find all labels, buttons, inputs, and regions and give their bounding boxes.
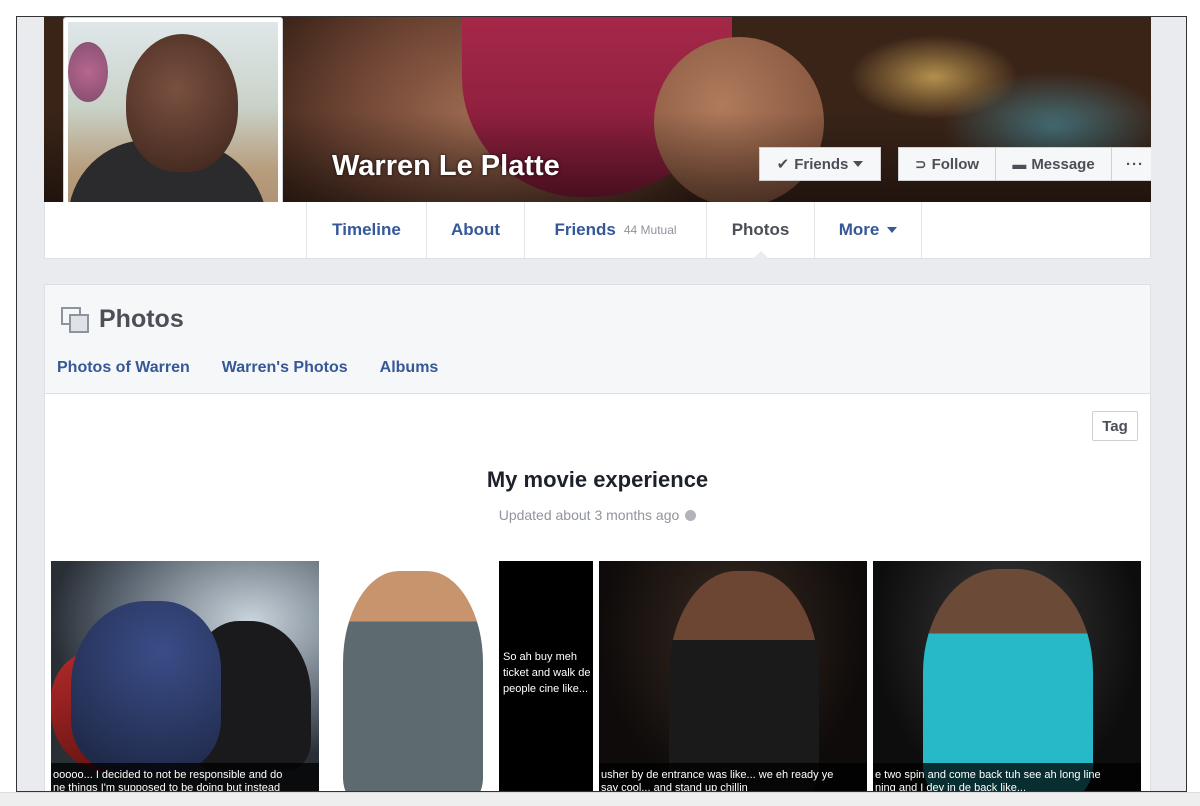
bottom-strip: [0, 792, 1200, 806]
tab-more-label: More: [838, 220, 880, 239]
check-icon: ✔: [776, 156, 790, 173]
photo-caption-line: e two spin and come back tuh see ah long…: [875, 769, 1101, 781]
photos-heading: Photos: [61, 305, 184, 334]
rss-icon: ⊃: [914, 155, 927, 172]
more-options-label: ···: [1126, 155, 1144, 173]
tab-photos[interactable]: Photos: [706, 202, 814, 259]
photos-icon: [61, 306, 89, 333]
tab-friends-label: Friends: [554, 220, 616, 239]
cover-button-group: ⊃ Follow ▬ Message ···: [898, 147, 1151, 181]
plant-shape: [68, 42, 108, 102]
photo-side-text: So ah buy meh ticket and walk de people …: [503, 651, 591, 695]
profile-name[interactable]: Warren Le Platte: [332, 150, 560, 183]
photos-subtabs: Photos of Warren Warren's Photos Albums: [57, 359, 438, 377]
follow-button-label: Follow: [931, 155, 980, 173]
tab-timeline[interactable]: Timeline: [306, 202, 426, 258]
photos-title: Photos: [99, 305, 184, 333]
photo-figure-shape: [923, 569, 1093, 791]
message-button[interactable]: ▬ Message: [995, 147, 1111, 181]
photo-caption-line: ning and I dey in de back like...: [875, 782, 1027, 792]
subtab-photos-of[interactable]: Photos of Warren: [57, 359, 190, 377]
album-photo[interactable]: e two spin and come back tuh see ah long…: [873, 561, 1141, 792]
photo-caption: e two spin and come back tuh see ah long…: [873, 763, 1141, 792]
photo-caption: ooooo... I decided to not be responsible…: [51, 763, 319, 792]
photos-panel-header: Photos Photos of Warren Warren's Photos …: [45, 285, 1150, 394]
album-updated-text: Updated about 3 months ago: [498, 507, 680, 523]
message-icon: ▬: [1012, 156, 1027, 172]
album-photo[interactable]: ooooo... I decided to not be responsible…: [51, 561, 319, 792]
subtab-user-photos[interactable]: Warren's Photos: [222, 359, 348, 377]
photo-caption-line: usher by de entrance was like... we eh r…: [601, 769, 834, 781]
album-photo[interactable]: So ah buy meh ticket and walk de people …: [325, 561, 593, 791]
photo-figure-shape: [71, 601, 221, 771]
profile-tabs: Timeline About Friends 44 Mutual Photos …: [306, 202, 922, 259]
tab-friends[interactable]: Friends 44 Mutual: [524, 202, 706, 258]
photo-figure-shape: [669, 571, 819, 791]
tab-about-label: About: [450, 220, 501, 239]
tag-button[interactable]: Tag: [1092, 411, 1138, 441]
photo-caption-line: ooooo... I decided to not be responsible…: [53, 769, 283, 781]
chevron-down-icon: [853, 161, 864, 167]
photos-panel: Photos Photos of Warren Warren's Photos …: [44, 284, 1151, 792]
album-photo[interactable]: usher by de entrance was like... we eh r…: [599, 561, 867, 792]
album-updated: Updated about 3 months ago: [45, 507, 1150, 523]
follow-button[interactable]: ⊃ Follow: [898, 147, 995, 181]
globe-icon: [685, 510, 697, 521]
more-options-button[interactable]: ···: [1111, 147, 1151, 181]
tab-timeline-label: Timeline: [332, 220, 401, 239]
subtab-albums[interactable]: Albums: [380, 359, 439, 377]
page-frame: Warren Le Platte ✔ Friends ⊃ Follow ▬ Me…: [16, 16, 1187, 792]
photo-caption: usher by de entrance was like... we eh r…: [599, 763, 867, 792]
tab-more[interactable]: More: [814, 202, 922, 258]
person-head-shape: [126, 34, 238, 172]
friends-button-label: Friends: [794, 155, 849, 173]
photo-figure-shape: [343, 571, 483, 791]
photo-caption-line: ne things I'm supposed to be doing but i…: [53, 782, 281, 792]
album-photo-grid: ooooo... I decided to not be responsible…: [51, 561, 1141, 792]
tab-photos-label: Photos: [731, 220, 790, 239]
message-button-label: Message: [1031, 155, 1095, 173]
photo-caption-line: say cool... and stand up chillin: [601, 782, 748, 792]
chevron-down-icon: [887, 227, 898, 233]
tab-about[interactable]: About: [426, 202, 524, 258]
friends-button[interactable]: ✔ Friends: [759, 147, 881, 181]
mutual-friends-count: 44 Mutual: [623, 223, 677, 237]
album-title: My movie experience: [486, 467, 709, 492]
profile-nav: Timeline About Friends 44 Mutual Photos …: [44, 202, 1151, 259]
